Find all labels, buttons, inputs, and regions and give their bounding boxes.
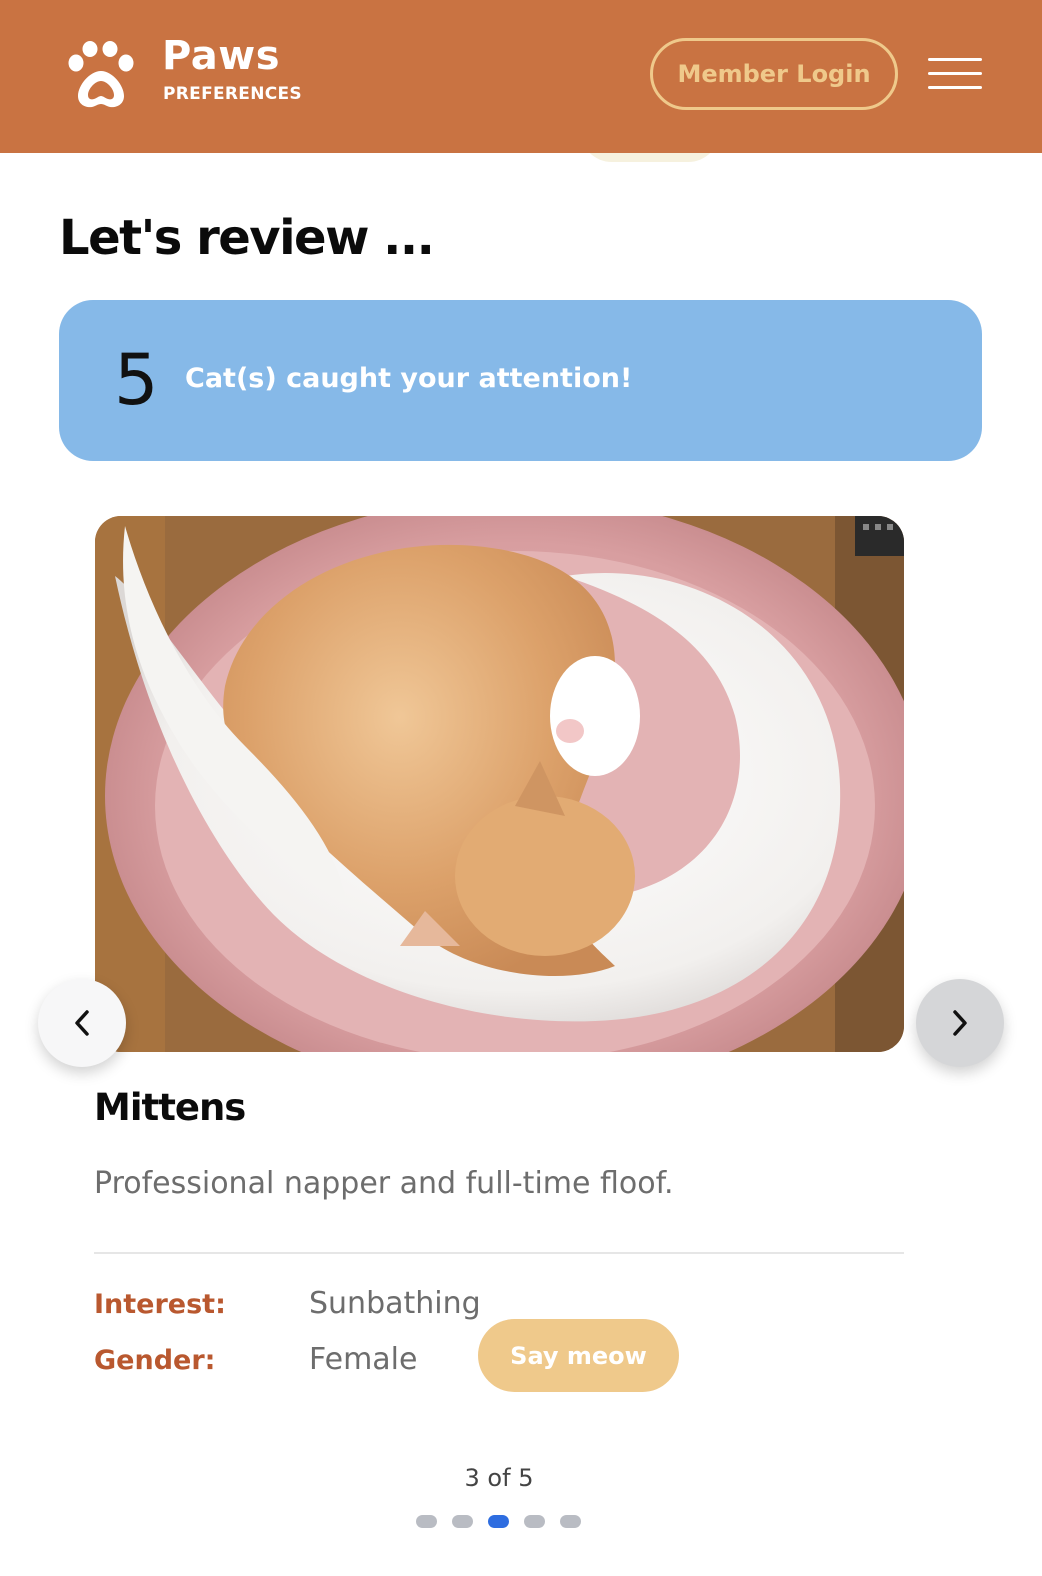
pager-dot-5[interactable]	[560, 1515, 581, 1528]
gender-value: Female	[309, 1342, 418, 1377]
cat-count: 5	[114, 339, 159, 421]
say-meow-button[interactable]: Say meow	[478, 1319, 679, 1392]
member-login-button[interactable]: Member Login	[650, 38, 898, 110]
menu-line	[928, 86, 982, 89]
interest-label: Interest:	[94, 1289, 226, 1320]
cat-description: Professional napper and full-time floof.	[94, 1166, 674, 1201]
chevron-left-icon	[75, 1010, 89, 1036]
interest-value: Sunbathing	[309, 1286, 481, 1321]
cat-photo	[95, 516, 904, 1052]
menu-line	[928, 72, 982, 75]
previous-cat-button[interactable]	[38, 979, 126, 1067]
cat-name: Mittens	[94, 1086, 246, 1129]
paw-icon	[68, 41, 134, 108]
page-title: Let's review ...	[59, 210, 435, 266]
brand-name: Paws	[162, 33, 280, 79]
next-cat-button[interactable]	[916, 979, 1004, 1067]
gender-label: Gender:	[94, 1345, 216, 1376]
menu-line	[928, 58, 982, 61]
pager-dot-4[interactable]	[524, 1515, 545, 1528]
site-header: Paws PREFERENCES Member Login	[0, 0, 1042, 153]
chevron-right-icon	[953, 1010, 967, 1036]
brand-subtitle: PREFERENCES	[163, 84, 302, 104]
pager-dot-2[interactable]	[452, 1515, 473, 1528]
pager-status: 3 of 5	[464, 1464, 534, 1492]
divider	[94, 1252, 904, 1254]
pager-dot-1[interactable]	[416, 1515, 437, 1528]
pager-dot-3[interactable]	[488, 1515, 509, 1528]
count-message: Cat(s) caught your attention!	[185, 363, 633, 394]
hamburger-icon[interactable]	[928, 57, 984, 93]
